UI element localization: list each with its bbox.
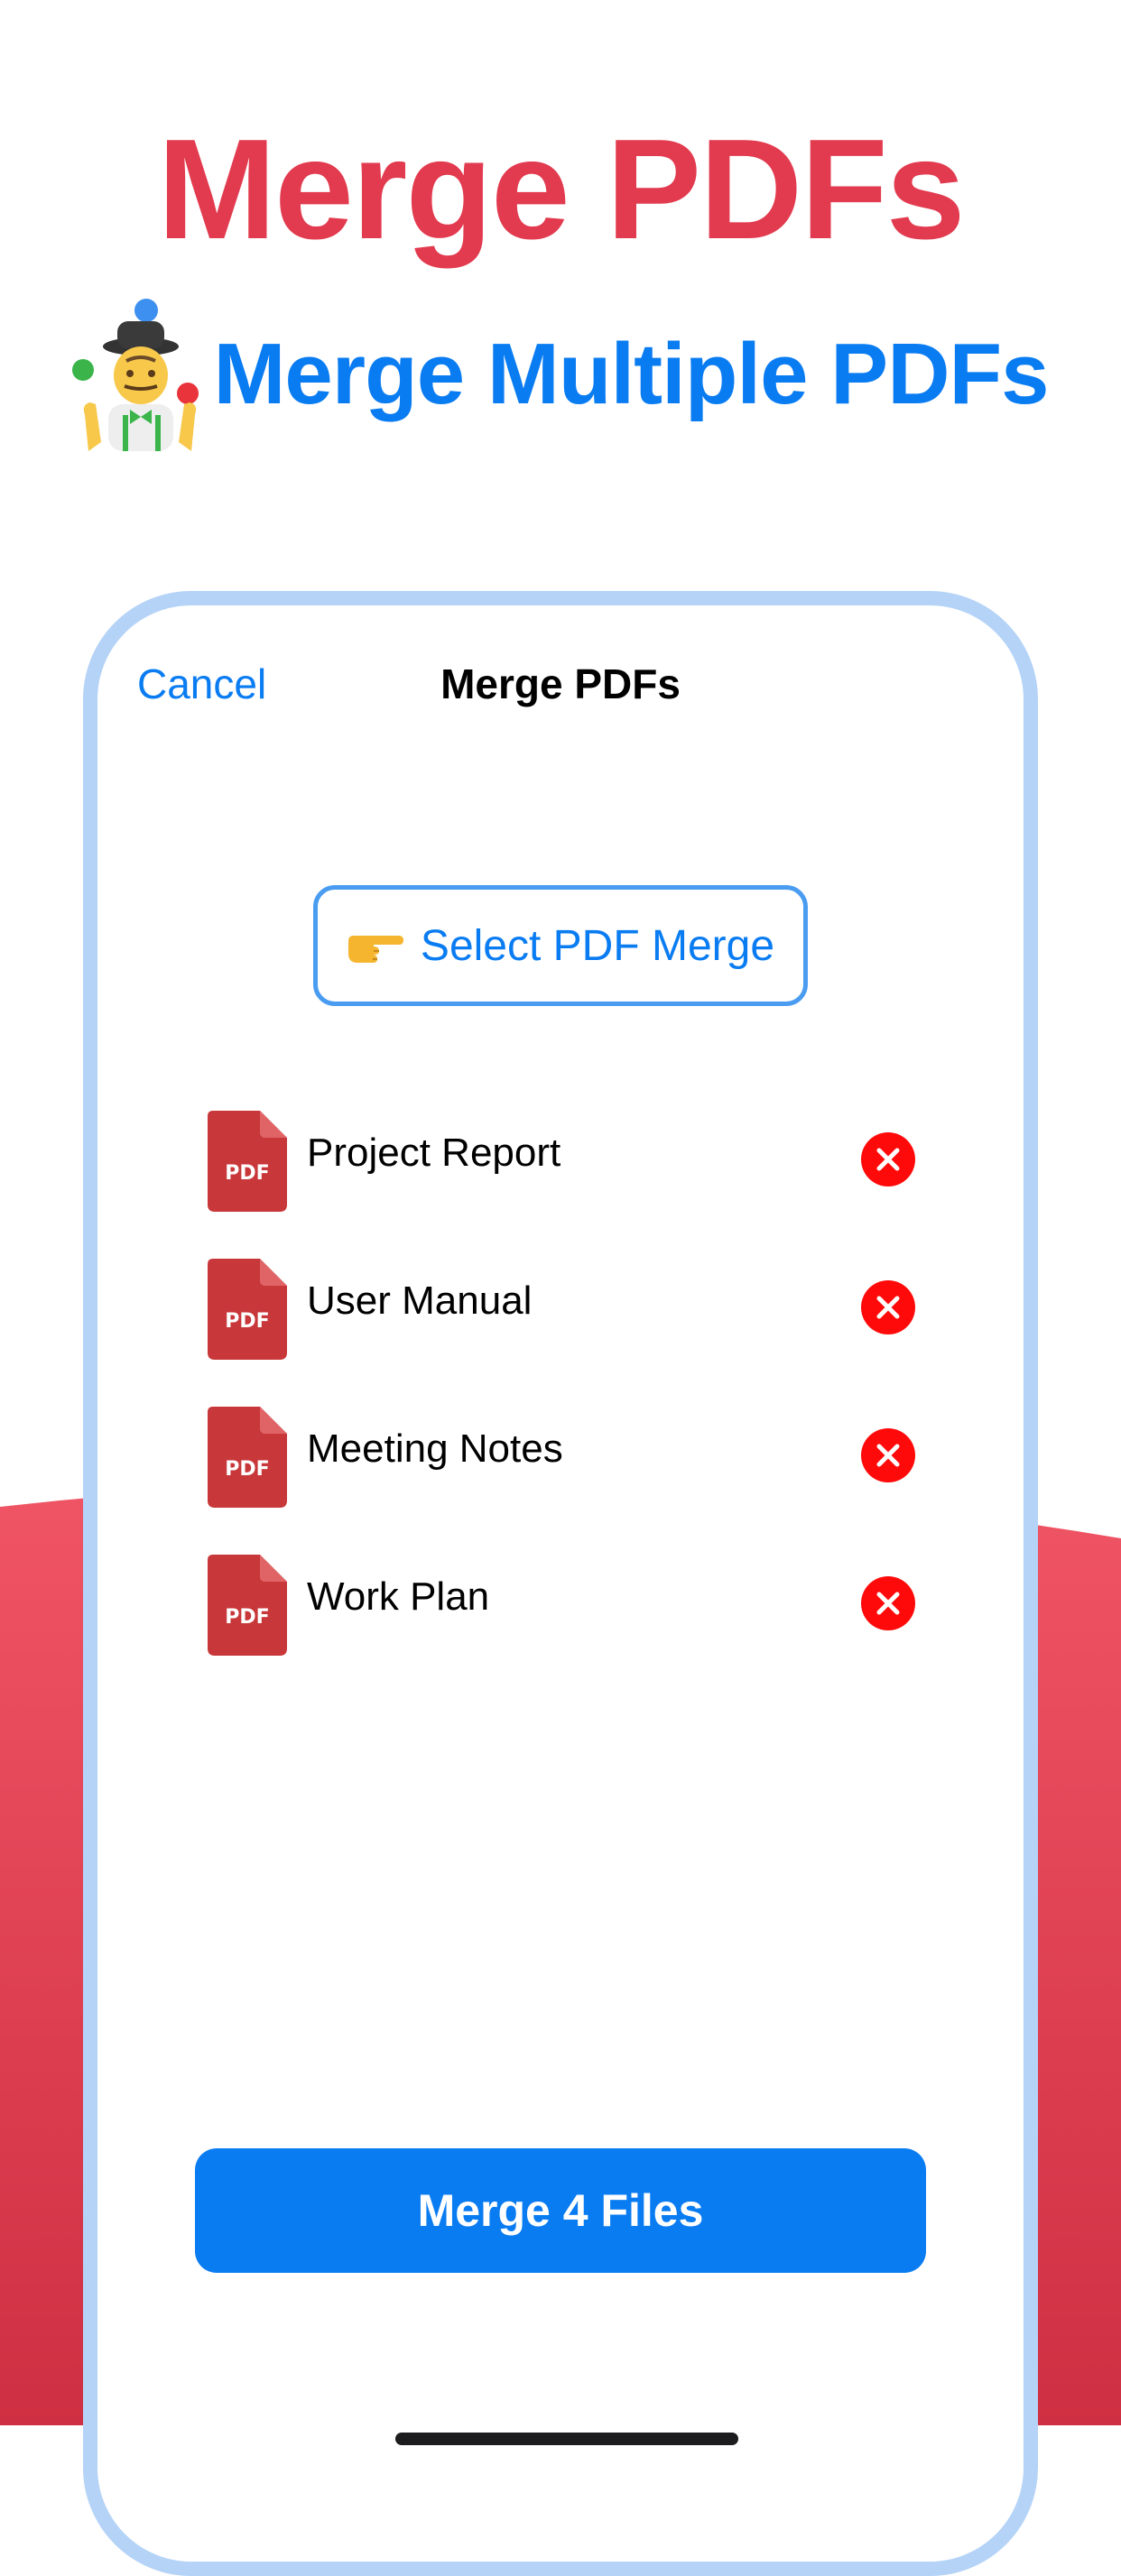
juggler-icon [72, 299, 199, 451]
remove-file-button[interactable] [861, 1132, 915, 1186]
file-name: User Manual [307, 1279, 533, 1323]
merge-files-button[interactable]: Merge 4 Files [195, 2148, 926, 2273]
cancel-button[interactable]: Cancel [137, 660, 266, 708]
svg-text:PDF: PDF [225, 1606, 269, 1629]
select-pdf-merge-button[interactable]: Select PDF Merge [313, 885, 808, 1006]
subheadline-text: Merge Multiple PDFs [213, 326, 1049, 422]
file-row: PDF User Manual [97, 1259, 1024, 1385]
nav-bar: Cancel Merge PDFs [97, 651, 1024, 723]
pdf-file-icon: PDF [208, 1111, 287, 1212]
file-row: PDF Meeting Notes [97, 1407, 1024, 1533]
remove-file-button[interactable] [861, 1280, 915, 1334]
pdf-file-icon: PDF [208, 1259, 287, 1360]
close-icon [876, 1592, 900, 1615]
file-name: Work Plan [307, 1574, 490, 1619]
merge-button-label: Merge 4 Files [417, 2185, 704, 2236]
svg-text:PDF: PDF [225, 1162, 269, 1185]
pdf-file-icon: PDF [208, 1555, 287, 1656]
select-button-label: Select PDF Merge [420, 921, 775, 970]
pointing-hand-icon [347, 936, 403, 963]
close-icon [876, 1296, 900, 1319]
close-icon [876, 1444, 900, 1467]
remove-file-button[interactable] [861, 1428, 915, 1482]
headline: Merge PDFs [157, 110, 965, 269]
svg-text:PDF: PDF [225, 1310, 269, 1333]
remove-file-button[interactable] [861, 1576, 915, 1630]
file-row: PDF Work Plan [97, 1555, 1024, 1681]
file-row: PDF Project Report [97, 1111, 1024, 1237]
file-name: Meeting Notes [307, 1426, 563, 1471]
phone-frame: Cancel Merge PDFs Select PDF Merge PDF P… [83, 591, 1038, 2576]
svg-text:PDF: PDF [225, 1458, 269, 1481]
home-indicator [395, 2433, 738, 2445]
pdf-file-icon: PDF [208, 1407, 287, 1508]
subheadline: Merge Multiple PDFs [0, 298, 1121, 451]
close-icon [876, 1148, 900, 1171]
file-name: Project Report [307, 1131, 561, 1175]
